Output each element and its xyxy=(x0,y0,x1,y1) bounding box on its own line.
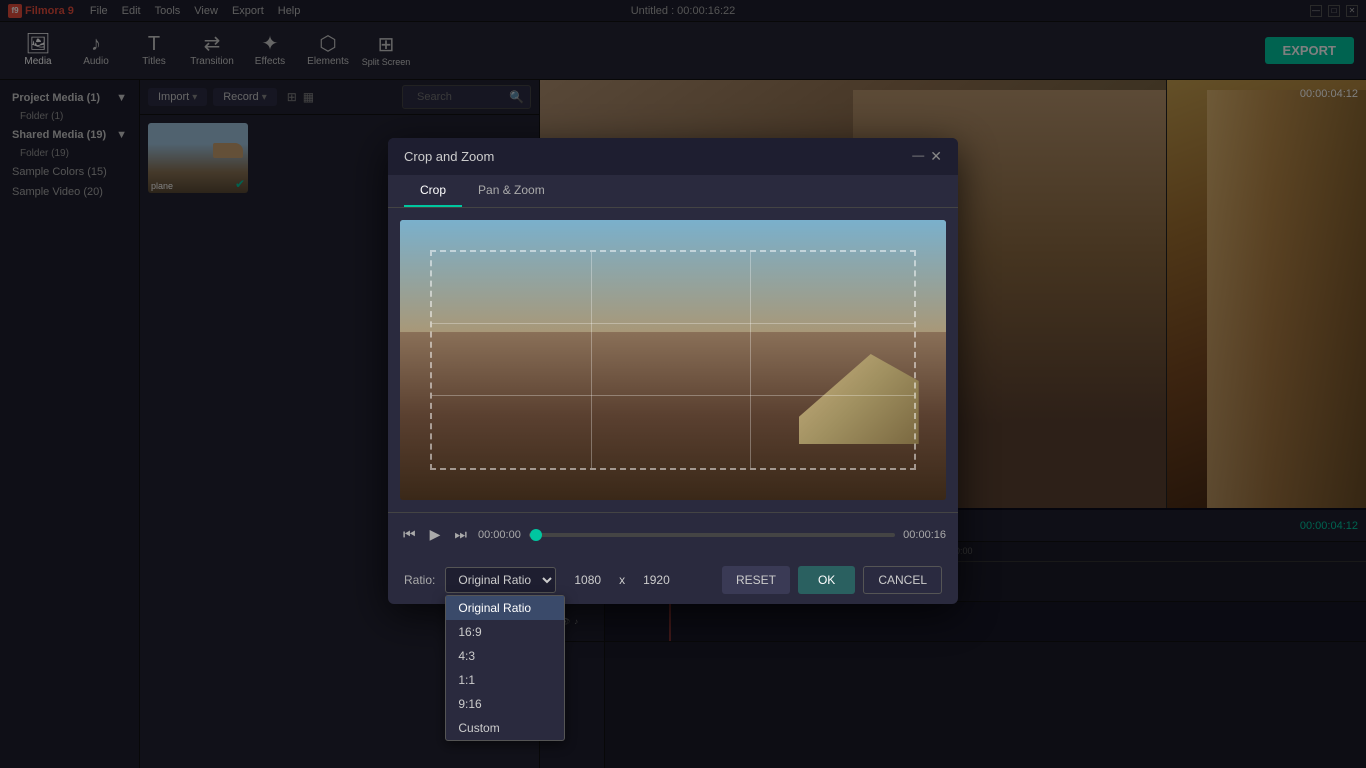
time-start: 00:00:00 xyxy=(478,529,521,541)
dropdown-item-original[interactable]: Original Ratio xyxy=(446,596,564,620)
dropdown-item-custom[interactable]: Custom xyxy=(446,716,564,740)
modal-header: Crop and Zoom — ✕ xyxy=(388,138,958,175)
tab-pan-zoom[interactable]: Pan & Zoom xyxy=(462,175,561,207)
dialog-minimize-button[interactable]: — xyxy=(912,148,924,165)
ratio-select[interactable]: Original Ratio 16:9 4:3 1:1 9:16 Custom xyxy=(445,567,556,593)
modal-window-controls: — ✕ xyxy=(912,148,942,165)
action-buttons: RESET OK CANCEL xyxy=(722,566,942,594)
crop-line-v1 xyxy=(591,252,592,468)
modal-overlay: Crop and Zoom — ✕ Crop Pan & Zoom xyxy=(0,0,1366,768)
ratio-width: 1080 xyxy=(574,573,601,587)
dialog-footer: Ratio: Original Ratio 16:9 4:3 1:1 9:16 … xyxy=(388,556,958,604)
ratio-dropdown-menu: Original Ratio 16:9 4:3 1:1 9:16 Custom xyxy=(445,595,565,741)
ratio-dropdown-container: Original Ratio 16:9 4:3 1:1 9:16 Custom … xyxy=(445,567,556,593)
dropdown-item-1-1[interactable]: 1:1 xyxy=(446,668,564,692)
rewind-button[interactable]: ⏮ xyxy=(400,523,419,546)
crop-zoom-dialog: Crop and Zoom — ✕ Crop Pan & Zoom xyxy=(388,138,958,604)
ratio-label: Ratio: xyxy=(404,573,435,587)
crop-line-h1 xyxy=(432,323,914,324)
playback-progress[interactable] xyxy=(529,533,895,537)
crop-overlay[interactable] xyxy=(430,250,916,470)
fast-forward-button[interactable]: ⏭ xyxy=(451,523,470,546)
dialog-title: Crop and Zoom xyxy=(404,149,494,164)
dialog-tabs: Crop Pan & Zoom xyxy=(388,175,958,208)
dropdown-item-9-16[interactable]: 9:16 xyxy=(446,692,564,716)
crop-line-v2 xyxy=(750,252,751,468)
dropdown-item-4-3[interactable]: 4:3 xyxy=(446,644,564,668)
dialog-body xyxy=(388,208,958,512)
play-button[interactable]: ▶ xyxy=(427,523,444,546)
dialog-close-button[interactable]: ✕ xyxy=(930,148,942,165)
tab-crop[interactable]: Crop xyxy=(404,175,462,207)
crop-preview xyxy=(400,220,946,500)
crop-line-h2 xyxy=(432,395,914,396)
ratio-separator: x xyxy=(619,573,625,587)
progress-dot xyxy=(530,529,542,541)
ok-button[interactable]: OK xyxy=(798,566,855,594)
cancel-button[interactable]: CANCEL xyxy=(863,566,942,594)
time-end: 00:00:16 xyxy=(903,529,946,541)
reset-button[interactable]: RESET xyxy=(722,566,790,594)
ratio-height: 1920 xyxy=(643,573,670,587)
playback-controls: ⏮ ▶ ⏭ 00:00:00 00:00:16 xyxy=(388,512,958,556)
dropdown-item-16-9[interactable]: 16:9 xyxy=(446,620,564,644)
